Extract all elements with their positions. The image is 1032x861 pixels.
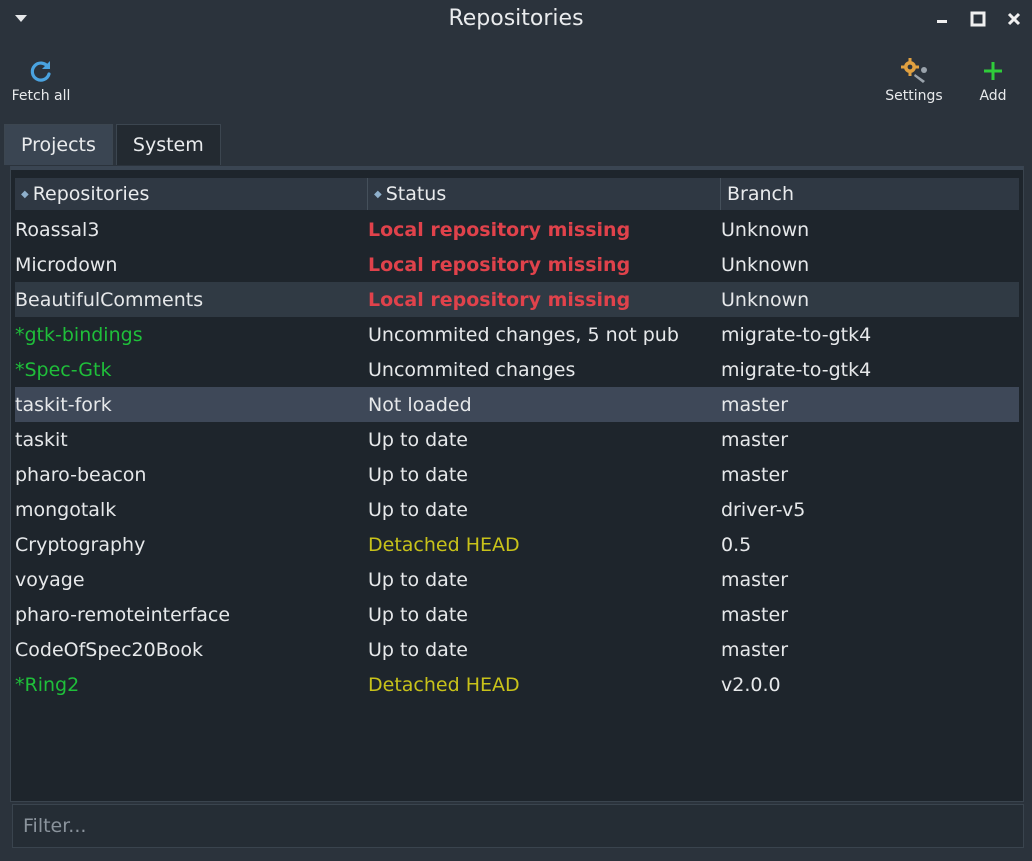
repository-name-cell: Microdown: [15, 253, 118, 276]
status-cell: Up to date: [368, 638, 468, 661]
status-cell: Up to date: [368, 568, 468, 591]
table-header: ◆ Repositories ◆ Status Branch: [15, 178, 1019, 210]
table-row[interactable]: *Ring2 Detached HEAD v2.0.0: [15, 667, 1019, 702]
branch-cell: migrate-to-gtk4: [721, 323, 872, 346]
status-cell: Local repository missing: [368, 288, 631, 311]
refresh-icon: [30, 61, 51, 82]
status-cell: Not loaded: [368, 393, 472, 416]
repository-name-cell: *Ring2: [15, 673, 80, 696]
branch-cell: master: [721, 568, 789, 591]
tab-bar: Projects System: [4, 124, 224, 166]
status-cell: Detached HEAD: [368, 673, 520, 696]
branch-cell: master: [721, 428, 789, 451]
minimize-button[interactable]: [930, 8, 954, 30]
repository-name-cell: taskit: [15, 428, 68, 451]
branch-cell: Unknown: [721, 253, 810, 276]
repository-name-cell: voyage: [15, 568, 85, 591]
fetch-all-button[interactable]: Fetch all: [8, 56, 74, 104]
status-cell: Detached HEAD: [368, 533, 520, 556]
sort-icon: ◆: [374, 188, 382, 200]
close-button[interactable]: [1002, 8, 1026, 30]
table-row[interactable]: voyage Up to date master: [15, 562, 1019, 597]
branch-cell: Unknown: [721, 218, 810, 241]
gear-wrench-icon: [901, 58, 927, 83]
add-button[interactable]: Add: [972, 56, 1014, 104]
repository-name-cell: taskit-fork: [15, 393, 112, 416]
branch-cell: migrate-to-gtk4: [721, 358, 872, 381]
table-row[interactable]: BeautifulComments Local repository missin…: [15, 282, 1019, 317]
status-cell: Local repository missing: [368, 218, 631, 241]
filter-field-container: [12, 804, 1024, 848]
tab-projects[interactable]: Projects: [4, 124, 113, 165]
repository-name-cell: pharo-beacon: [15, 463, 147, 486]
table-row[interactable]: *gtk-bindings Uncommited changes, 5 not p…: [15, 317, 1019, 352]
table-body: Roassal3 Local repository missing Unknown M…: [15, 212, 1019, 702]
status-cell: Uncommited changes, 5 not pub: [368, 323, 679, 346]
table-row[interactable]: pharo-remoteinterface Up to date master: [15, 597, 1019, 632]
add-label: Add: [979, 88, 1007, 104]
status-cell: Up to date: [368, 428, 468, 451]
repository-name-cell: *gtk-bindings: [15, 323, 143, 346]
branch-cell: master: [721, 603, 789, 626]
close-icon: [1007, 12, 1021, 26]
sort-icon: ◆: [21, 188, 29, 200]
branch-cell: 0.5: [721, 533, 752, 556]
branch-cell: master: [721, 638, 789, 661]
column-header-label: Status: [385, 183, 447, 205]
table-row[interactable]: CodeOfSpec20Book Up to date master: [15, 632, 1019, 667]
table-row[interactable]: *Spec-Gtk Uncommited changes migrate-to-gt…: [15, 352, 1019, 387]
branch-cell: driver-v5: [721, 498, 806, 521]
column-header-branch[interactable]: Branch: [721, 178, 1019, 210]
table-row[interactable]: Roassal3 Local repository missing Unknown: [15, 212, 1019, 247]
repository-name-cell: pharo-remoteinterface: [15, 603, 231, 626]
tab-system[interactable]: System: [115, 124, 221, 165]
repositories-window: Repositories Fetch all Settings Add Proj…: [0, 0, 1032, 861]
status-cell: Up to date: [368, 498, 468, 521]
fetch-all-label: Fetch all: [11, 88, 71, 104]
repository-name-cell: Roassal3: [15, 218, 100, 241]
maximize-button[interactable]: [966, 8, 990, 30]
plus-icon: [984, 62, 1002, 80]
column-header-label: Repositories: [32, 183, 150, 205]
status-cell: Up to date: [368, 603, 468, 626]
table-row[interactable]: mongotalk Up to date driver-v5: [15, 492, 1019, 527]
repository-name-cell: CodeOfSpec20Book: [15, 638, 204, 661]
repositories-table: ◆ Repositories ◆ Status Branch Roassal3 L…: [10, 166, 1024, 802]
repository-name-cell: BeautifulComments: [15, 288, 204, 311]
settings-label: Settings: [885, 88, 943, 104]
branch-cell: v2.0.0: [721, 673, 781, 696]
toolbar: Fetch all Settings Add: [0, 52, 1032, 114]
table-row[interactable]: taskit-fork Not loaded master: [15, 387, 1019, 422]
repository-name-cell: Cryptography: [15, 533, 146, 556]
column-header-status[interactable]: ◆ Status: [368, 178, 721, 210]
column-header-repositories[interactable]: ◆ Repositories: [15, 178, 368, 210]
repository-name-cell: mongotalk: [15, 498, 117, 521]
column-header-label: Branch: [727, 183, 795, 205]
table-row[interactable]: taskit Up to date master: [15, 422, 1019, 457]
table-row[interactable]: Cryptography Detached HEAD 0.5: [15, 527, 1019, 562]
status-cell: Up to date: [368, 463, 468, 486]
branch-cell: master: [721, 393, 789, 416]
table-row[interactable]: pharo-beacon Up to date master: [15, 457, 1019, 492]
branch-cell: Unknown: [721, 288, 810, 311]
maximize-icon: [970, 11, 986, 27]
title-bar: Repositories: [0, 0, 1032, 40]
status-cell: Uncommited changes: [368, 358, 576, 381]
status-cell: Local repository missing: [368, 253, 631, 276]
repository-name-cell: *Spec-Gtk: [15, 358, 112, 381]
table-row[interactable]: Microdown Local repository missing Unknown: [15, 247, 1019, 282]
filter-input[interactable]: [13, 805, 1023, 847]
branch-cell: master: [721, 463, 789, 486]
minimize-icon: [937, 20, 947, 23]
settings-button[interactable]: Settings: [880, 56, 948, 104]
window-title: Repositories: [448, 6, 584, 31]
